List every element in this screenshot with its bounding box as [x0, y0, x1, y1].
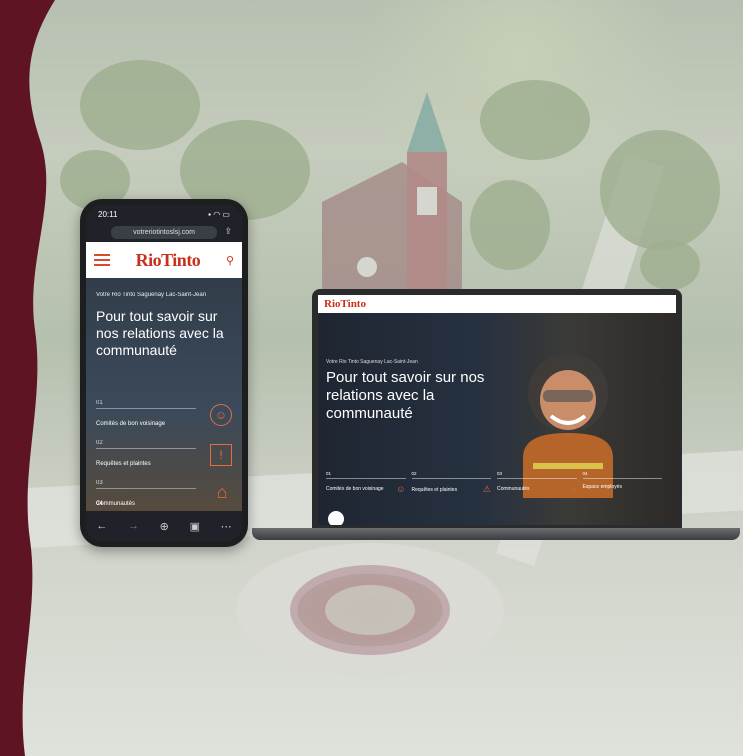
hamburger-menu-icon[interactable]	[94, 254, 110, 266]
hero-title: Pour tout savoir sur nos relations avec …	[326, 369, 485, 422]
url-field[interactable]: votreriotintoslsj.com	[111, 226, 217, 239]
hero-nav: 01 Comités de bon voisinage ☺ 02 Requêtes…	[326, 471, 668, 495]
home-person-icon: ⌂	[216, 482, 228, 502]
smile-icon: ☺	[396, 484, 406, 494]
mobile-item-requetes[interactable]: 02 Requêtes et plaintes	[96, 440, 196, 467]
rio-tinto-logo[interactable]: RioTinto	[324, 298, 366, 310]
hero-item-employes[interactable]: 04 Espace employés	[582, 471, 669, 495]
hero-section: Votre Rio Tinto Saguenay Lac-Saint-Jean …	[318, 313, 676, 525]
laptop-header: RioTinto	[318, 295, 676, 313]
browser-bottom-bar: ← → ⊕ ▣ ⋯	[86, 511, 242, 541]
tabs-icon[interactable]: ▣	[190, 520, 200, 533]
mobile-item-04-num: 04	[96, 501, 103, 507]
phone-screen: 20:11 ▪ ◠ ▭ votreriotintoslsj.com ⇪ RioT…	[86, 205, 242, 541]
browser-url-bar: votreriotintoslsj.com ⇪	[86, 223, 242, 242]
laptop-screen: RioTinto Votre Rio Tinto Saguenay Lac-Sa…	[318, 295, 676, 525]
brand-wave-decoration	[0, 0, 55, 756]
signal-wifi-battery-icon: ▪ ◠ ▭	[208, 209, 230, 219]
hero-item-communautes[interactable]: 03 Communautés ⌂	[497, 471, 583, 495]
hero-item-requetes[interactable]: 02 Requêtes et plaintes ⚠	[411, 471, 498, 495]
hero-title: Pour tout savoir sur nos relations avec …	[96, 308, 224, 358]
mobile-item-comites[interactable]: 01 Comités de bon voisinage	[96, 400, 196, 427]
back-arrow-icon[interactable]: ←	[96, 520, 107, 532]
new-tab-icon[interactable]: ⊕	[160, 520, 169, 533]
phone-mockup: 20:11 ▪ ◠ ▭ votreriotintoslsj.com ⇪ RioT…	[80, 199, 248, 547]
forward-arrow-icon[interactable]: →	[128, 520, 139, 532]
hero-item-comites[interactable]: 01 Comités de bon voisinage ☺	[326, 471, 412, 495]
alert-note-icon: ⚠	[482, 484, 491, 494]
home-person-icon: ⌂	[571, 484, 577, 494]
share-icon[interactable]: ⇪	[224, 226, 232, 237]
scroll-button[interactable]	[328, 511, 344, 525]
hero-eyebrow: Votre Rio Tinto Saguenay Lac-Saint-Jean	[326, 359, 418, 365]
rio-tinto-logo[interactable]: RioTinto	[136, 250, 201, 271]
mobile-header: RioTinto ⚲	[86, 242, 242, 278]
alert-note-icon: !	[210, 444, 232, 466]
more-icon[interactable]: ⋯	[221, 520, 232, 533]
laptop-base	[252, 528, 740, 540]
hero-eyebrow: Votre Rio Tinto Saguenay Lac-Saint-Jean	[96, 292, 207, 298]
laptop-mockup: RioTinto Votre Rio Tinto Saguenay Lac-Sa…	[312, 289, 682, 529]
smile-icon: ☺	[210, 404, 232, 426]
mobile-item-communautes[interactable]: 03 Communautés	[96, 480, 196, 507]
mobile-hero: Votre Rio Tinto Saguenay Lac-Saint-Jean …	[86, 278, 242, 521]
status-time: 20:11	[98, 209, 118, 219]
status-bar: 20:11 ▪ ◠ ▭	[86, 205, 242, 223]
search-icon[interactable]: ⚲	[226, 254, 234, 267]
